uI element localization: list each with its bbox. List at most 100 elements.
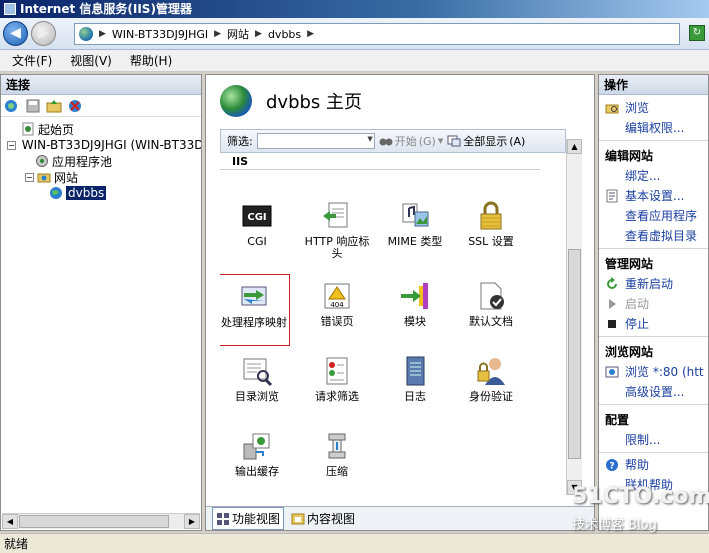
vertical-scrollbar[interactable]: ▲ ▼	[566, 139, 582, 495]
content-view-icon	[291, 513, 305, 524]
directory-browsing-icon	[243, 358, 273, 387]
browse-icon	[605, 366, 619, 378]
iis-app-icon	[4, 3, 16, 15]
authentication-icon	[477, 358, 505, 385]
feature-request-filtering[interactable]: 请求筛选	[301, 355, 373, 403]
window-title: Internet 信息服务(IIS)管理器	[20, 2, 192, 16]
feature-default-document[interactable]: 默认文档	[455, 280, 527, 328]
action-basic-settings[interactable]: 基本设置...	[599, 186, 708, 206]
refresh-icon[interactable]: ↻	[689, 25, 705, 41]
action-explore[interactable]: 浏览	[599, 98, 708, 118]
breadcrumb-server[interactable]: WIN-BT33DJ9JHGI	[112, 28, 208, 41]
handler-mappings-icon	[241, 286, 267, 306]
tree-item-server[interactable]: − WIN-BT33DJ9JHGI (WIN-BT33D	[7, 137, 201, 153]
action-limits[interactable]: 限制...	[599, 430, 708, 450]
tree-item-site-dvbbs[interactable]: dvbbs	[7, 185, 201, 201]
connect-icon[interactable]	[4, 98, 20, 114]
tree-item-sites[interactable]: − 网站	[7, 169, 201, 185]
forward-button[interactable]: ▶	[31, 21, 56, 46]
filter-label: 筛选:	[227, 135, 253, 148]
tree-item-start-page[interactable]: 起始页	[7, 121, 201, 137]
connections-tree: 起始页 − WIN-BT33DJ9JHGI (WIN-BT33D 应用程序池 −…	[1, 117, 201, 201]
page-header: dvbbs 主页	[206, 75, 594, 127]
explore-folder-icon	[605, 104, 619, 114]
lock-icon	[480, 201, 502, 230]
scroll-down-icon[interactable]: ▼	[567, 480, 582, 495]
action-edit-permissions[interactable]: 编辑权限...	[599, 118, 708, 138]
back-button[interactable]: ◀	[3, 21, 28, 46]
action-stop[interactable]: 停止	[599, 314, 708, 334]
error-pages-icon-text: 404	[330, 301, 344, 309]
tree-item-app-pools[interactable]: 应用程序池	[7, 153, 201, 169]
section-header-iis: IIS	[220, 154, 540, 170]
save-icon[interactable]	[25, 98, 41, 114]
divider	[599, 140, 708, 141]
feature-error-pages[interactable]: 404 错误页	[301, 280, 373, 328]
menu-file[interactable]: 文件(F)	[12, 52, 52, 69]
collapse-icon[interactable]: −	[25, 172, 34, 182]
show-all-icon	[447, 135, 461, 147]
action-browse-80[interactable]: 浏览 *:80 (htt	[599, 362, 708, 382]
divider	[599, 336, 708, 337]
modules-icon	[401, 283, 428, 309]
group-manage-site: 管理网站	[605, 257, 654, 271]
action-start[interactable]: 启动	[599, 294, 708, 314]
divider	[599, 248, 708, 249]
feature-compression[interactable]: 压缩	[301, 430, 373, 478]
scroll-left-icon[interactable]: ◀	[2, 514, 18, 529]
action-bindings[interactable]: 绑定...	[599, 166, 708, 186]
action-restart[interactable]: 重新启动	[599, 274, 708, 294]
scroll-up-icon[interactable]: ▲	[567, 139, 582, 154]
tab-features-view[interactable]: 功能视图	[212, 507, 285, 530]
filter-start-button[interactable]: 开始 (G) ▼	[379, 133, 443, 149]
filter-input[interactable]	[256, 133, 375, 149]
group-edit-site: 编辑网站	[605, 149, 654, 163]
error-pages-icon: 404	[324, 283, 350, 309]
scroll-right-icon[interactable]: ▶	[184, 514, 200, 529]
menu-view[interactable]: 视图(V)	[70, 52, 112, 69]
output-caching-icon	[243, 433, 270, 460]
horizontal-scrollbar[interactable]: ◀ ▶	[2, 513, 200, 529]
logging-icon	[406, 356, 425, 386]
feature-modules[interactable]: 模块	[379, 280, 451, 328]
address-bar[interactable]: ▶ WIN-BT33DJ9JHGI ▶ 网站 ▶ dvbbs ▶	[74, 23, 680, 45]
breadcrumb-sites[interactable]: 网站	[227, 26, 249, 42]
default-document-icon	[480, 282, 504, 310]
cgi-icon-text: CGI	[247, 212, 266, 223]
collapse-icon[interactable]: −	[7, 140, 16, 150]
globe-icon	[220, 85, 252, 117]
feature-ssl-settings[interactable]: SSL 设置	[455, 200, 527, 248]
chevron-right-icon: ▶	[99, 29, 106, 39]
tab-content-view[interactable]: 内容视图	[288, 508, 358, 529]
menu-help[interactable]: 帮助(H)	[130, 52, 172, 69]
filter-bar: 筛选: 开始(G) ▼ 全部显示(A)	[220, 129, 566, 153]
feature-cgi[interactable]: CGI CGI	[221, 200, 293, 248]
actions-pane: 操作 浏览 编辑权限... 编辑网站 绑定... 基本设置... 查看应用程序 …	[598, 74, 709, 531]
feature-http-headers[interactable]: HTTP 响应标头	[301, 200, 373, 260]
address-toolbar: ◀ ▶ ▶ WIN-BT33DJ9JHGI ▶ 网站 ▶ dvbbs ▶ ↻	[0, 18, 709, 50]
svg-text:?: ?	[609, 462, 614, 472]
cgi-icon: CGI	[242, 205, 272, 227]
action-advanced-settings[interactable]: 高级设置...	[599, 382, 708, 402]
connections-header: 连接	[1, 75, 201, 95]
feature-handler-mappings[interactable]: 处理程序映射	[220, 274, 290, 346]
feature-authentication[interactable]: 身份验证	[455, 355, 527, 403]
status-text: 就绪	[4, 537, 29, 551]
feature-logging[interactable]: 日志	[379, 355, 451, 403]
feature-mime-types[interactable]: MIME 类型	[379, 200, 451, 248]
feature-output-caching[interactable]: 输出缓存	[221, 430, 293, 478]
scroll-thumb[interactable]	[568, 249, 581, 459]
binoculars-icon	[379, 138, 393, 146]
scroll-thumb[interactable]	[19, 515, 169, 528]
request-filtering-icon	[326, 357, 348, 385]
action-online-help[interactable]: 联机帮助	[599, 475, 708, 495]
breadcrumb-site[interactable]: dvbbs	[268, 28, 301, 41]
compression-icon	[328, 433, 346, 459]
action-help[interactable]: ? 帮助	[599, 455, 708, 475]
feature-directory-browsing[interactable]: 目录浏览	[221, 355, 293, 403]
action-view-applications[interactable]: 查看应用程序	[599, 206, 708, 226]
show-all-button[interactable]: 全部显示 (A)	[447, 133, 525, 149]
disconnect-icon[interactable]	[67, 98, 83, 114]
action-view-virtual-directories[interactable]: 查看虚拟目录	[599, 226, 708, 246]
folder-up-icon[interactable]	[46, 98, 62, 114]
